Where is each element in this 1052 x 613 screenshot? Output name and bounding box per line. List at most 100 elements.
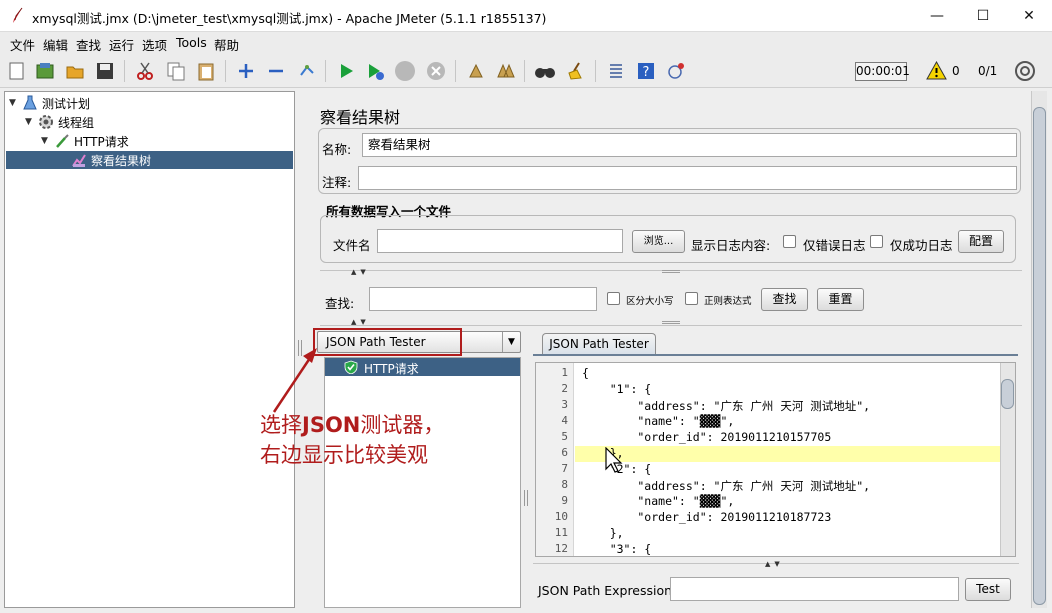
binoculars-icon[interactable] (533, 59, 557, 83)
expand-arrow-icon[interactable]: ▼ (41, 136, 53, 146)
tree-node-label: HTTP请求 (74, 134, 129, 149)
json-path-expression-input[interactable] (670, 577, 959, 601)
function-helper-icon[interactable] (604, 59, 628, 83)
code-line: }, (582, 526, 624, 540)
name-input[interactable]: 察看结果树 (362, 133, 1017, 157)
splitter-grip[interactable] (662, 270, 680, 273)
warning-count: 0 (952, 64, 960, 78)
toolbar: ? 00:00:01 0 0/1 (0, 54, 1052, 88)
menu-tools[interactable]: Tools (176, 35, 207, 50)
cursor-icon (605, 447, 623, 473)
browse-button[interactable]: 浏览... (632, 230, 685, 253)
expand-arrow-icon[interactable]: ▼ (25, 117, 37, 127)
stop-icon[interactable] (393, 59, 417, 83)
sample-results-list[interactable] (324, 357, 521, 608)
line-number: 1 (561, 366, 568, 379)
editor-scrollbar[interactable] (1000, 363, 1015, 556)
tree-node-test-plan[interactable]: ▼ 测试计划 (9, 94, 90, 112)
menu-help[interactable]: 帮助 (214, 35, 239, 54)
expand-arrow-icon[interactable]: ▼ (9, 98, 21, 108)
test-button[interactable]: Test (965, 578, 1011, 601)
annotation-arrow-icon (272, 348, 317, 413)
chevron-down-icon[interactable]: ▼ (502, 332, 520, 352)
collapse-icon[interactable] (264, 59, 288, 83)
panel-title: 察看结果树 (320, 108, 401, 127)
collapse-arrows-icon[interactable]: ▲▼ (351, 318, 370, 326)
list-item[interactable]: HTTP请求 (325, 358, 520, 376)
tree-node-thread-group[interactable]: ▼ 线程组 (25, 113, 94, 131)
start-no-pause-icon[interactable] (363, 59, 387, 83)
regex-label: 正则表达式 (704, 296, 752, 307)
file-name-input[interactable] (377, 229, 623, 253)
tab-underline (533, 354, 1018, 356)
new-icon[interactable] (5, 59, 29, 83)
errors-only-label: 仅错误日志 (803, 238, 866, 253)
clear-icon[interactable] (464, 59, 488, 83)
window-title: xmysql测试.jmx (D:\jmeter_test\xmysql测试.jm… (32, 11, 547, 26)
cut-icon[interactable] (133, 59, 157, 83)
minimize-button[interactable]: — (914, 0, 960, 32)
close-button[interactable]: ✕ (1006, 0, 1052, 32)
code-line: "name": "▓▓▓", (582, 414, 735, 428)
reset-button[interactable]: 重置 (817, 288, 864, 311)
jmeter-feather-icon (13, 7, 23, 23)
comment-label: 注释: (322, 175, 352, 190)
tree-node-label: 线程组 (58, 115, 95, 130)
scrollbar-thumb[interactable] (1033, 107, 1046, 605)
warning-icon[interactable] (926, 61, 947, 80)
menu-search[interactable]: 查找 (76, 35, 101, 54)
search-button[interactable]: 查找 (761, 288, 808, 311)
help-icon[interactable]: ? (634, 59, 658, 83)
split-handle[interactable] (524, 490, 528, 506)
toggle-icon[interactable] (295, 59, 319, 83)
clear-all-icon[interactable] (494, 59, 518, 83)
templates-icon[interactable] (33, 59, 57, 83)
splitter-grip[interactable] (662, 321, 680, 324)
scrollbar-thumb[interactable] (1001, 379, 1014, 409)
broom-icon[interactable] (563, 59, 587, 83)
pipette-icon (53, 133, 71, 149)
success-only-label: 仅成功日志 (890, 238, 953, 253)
tree-node-view-results-tree[interactable]: 察看结果树 (6, 151, 293, 169)
file-name-label: 文件名 (333, 238, 371, 253)
success-only-checkbox[interactable] (870, 235, 883, 248)
shutdown-icon[interactable] (424, 59, 448, 83)
expand-icon[interactable] (234, 59, 258, 83)
copy-icon[interactable] (164, 59, 188, 83)
line-number: 3 (561, 398, 568, 411)
tree-node-http-request[interactable]: ▼ HTTP请求 (41, 132, 129, 150)
log-content-label: 显示日志内容: (691, 238, 771, 253)
save-icon[interactable] (93, 59, 117, 83)
flask-icon (21, 95, 39, 111)
search-input[interactable] (369, 287, 597, 311)
svg-text:?: ? (643, 65, 650, 80)
comment-input[interactable] (358, 166, 1017, 190)
menu-edit[interactable]: 编辑 (43, 35, 68, 54)
test-plan-tree[interactable]: ▼ 测试计划 ▼ 线程组 ▼ HTTP请求 察看结果树 (4, 91, 295, 608)
remote-icon[interactable] (664, 59, 688, 83)
list-item-label: HTTP请求 (364, 362, 419, 376)
line-number: 5 (561, 430, 568, 443)
menu-run[interactable]: 运行 (109, 35, 134, 54)
open-icon[interactable] (63, 59, 87, 83)
paste-icon[interactable] (194, 59, 218, 83)
annotation-text: 选择JSON测试器， 右边显示比较美观 (260, 410, 444, 470)
regex-checkbox[interactable] (685, 292, 698, 305)
menu-options[interactable]: 选项 (142, 35, 167, 54)
name-label: 名称: (322, 142, 352, 157)
configure-button[interactable]: 配置 (958, 230, 1004, 253)
start-icon[interactable] (334, 59, 358, 83)
tab-json-path-tester[interactable]: JSON Path Tester (542, 333, 656, 355)
errors-only-checkbox[interactable] (783, 235, 796, 248)
lifebuoy-icon[interactable] (1014, 60, 1036, 82)
line-number: 10 (554, 510, 568, 523)
divider (320, 325, 1022, 326)
collapse-arrows-icon[interactable]: ▲▼ (765, 560, 784, 568)
case-sensitive-label: 区分大小写 (626, 296, 674, 307)
case-sensitive-checkbox[interactable] (607, 292, 620, 305)
panel-scrollbar[interactable] (1031, 91, 1047, 608)
maximize-button[interactable]: ☐ (960, 0, 1006, 32)
active-threads: 0/1 (978, 64, 998, 78)
menu-file[interactable]: 文件 (10, 35, 35, 54)
collapse-arrows-icon[interactable]: ▲▼ (351, 268, 370, 276)
